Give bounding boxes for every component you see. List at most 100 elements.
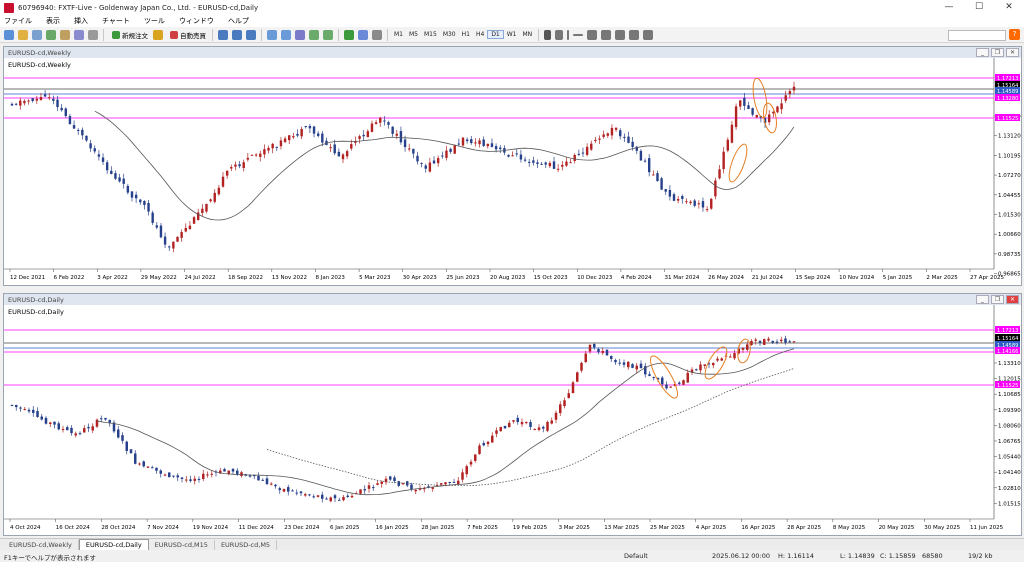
period-icon[interactable]: [358, 29, 368, 40]
weekly-close-button[interactable]: ✕: [1006, 48, 1019, 57]
search-input[interactable]: [948, 30, 1006, 41]
tab-m5[interactable]: EURUSD-cd,M5: [215, 540, 278, 550]
fibonacci-icon[interactable]: [615, 29, 626, 40]
menu-file[interactable]: ファイル: [4, 16, 32, 26]
menu-chart[interactable]: チャート: [102, 16, 130, 26]
tab-m15[interactable]: EURUSD-cd,M15: [149, 540, 215, 550]
autoscroll-icon[interactable]: [323, 29, 333, 40]
tab-weekly[interactable]: EURUSD-cd,Weekly: [3, 540, 79, 550]
daily-minimize-button[interactable]: _: [976, 295, 989, 304]
candle-body: [209, 199, 212, 202]
tf-m5[interactable]: M5: [406, 31, 421, 38]
candle-body: [292, 136, 295, 138]
time-axis-label: 28 Apr 2025: [787, 525, 822, 531]
status-help: F1キーでヘルプが表示されます: [4, 554, 96, 562]
crosshair-icon[interactable]: [555, 29, 564, 40]
candle-body: [104, 417, 107, 420]
vertical-line-icon[interactable]: [567, 29, 570, 40]
tf-h1[interactable]: H1: [459, 31, 473, 38]
candle-body: [512, 420, 515, 422]
tf-w1[interactable]: W1: [504, 31, 520, 38]
text-tool-icon[interactable]: [629, 29, 640, 40]
candle-body: [325, 498, 328, 500]
candle-body: [358, 136, 361, 140]
chart-shift-icon[interactable]: [309, 29, 319, 40]
candle-body: [527, 161, 531, 163]
horizontal-line-icon[interactable]: [573, 33, 584, 36]
tf-m15[interactable]: M15: [421, 31, 440, 38]
cursor-icon[interactable]: [544, 29, 552, 40]
candle-body: [308, 494, 311, 496]
tf-m30[interactable]: M30: [440, 31, 459, 38]
menu-insert[interactable]: 挿入: [74, 16, 88, 26]
candle-body: [619, 130, 622, 137]
market-watch-icon[interactable]: [32, 29, 42, 40]
templates-icon[interactable]: [372, 29, 382, 40]
candle-body: [580, 362, 583, 371]
tile-windows-icon[interactable]: [295, 29, 305, 40]
bar-chart-icon[interactable]: [218, 29, 228, 40]
candle-body: [49, 422, 52, 424]
auto-trading-button[interactable]: 自動売買: [166, 29, 208, 41]
indicators-icon[interactable]: [344, 29, 354, 40]
candle-body: [114, 173, 117, 179]
minimize-button[interactable]: —: [934, 0, 964, 15]
candle-body: [168, 246, 171, 248]
navigator-icon[interactable]: [60, 29, 70, 40]
candlestick-icon[interactable]: [232, 29, 242, 40]
channel-icon[interactable]: [601, 29, 612, 40]
weekly-restore-button[interactable]: ❐: [991, 48, 1004, 57]
new-chart-icon[interactable]: [4, 29, 14, 40]
line-chart-icon[interactable]: [246, 29, 256, 40]
candle-body: [267, 147, 270, 151]
profiles-icon[interactable]: [18, 29, 28, 40]
metaeditor-icon[interactable]: [153, 29, 163, 40]
strategy-tester-icon[interactable]: [88, 29, 98, 40]
terminal-icon[interactable]: [74, 29, 84, 40]
candle-body: [78, 433, 82, 435]
arrows-icon[interactable]: [643, 29, 654, 40]
zoom-out-icon[interactable]: [281, 29, 291, 40]
menu-window[interactable]: ウィンドウ: [179, 16, 214, 26]
candle-body: [751, 108, 754, 115]
candle-body: [525, 421, 528, 424]
data-window-icon[interactable]: [46, 29, 56, 40]
tf-d1[interactable]: D1: [487, 30, 504, 39]
price-axis-label: 1.07270: [998, 173, 1021, 179]
candle-body: [143, 200, 146, 205]
time-axis-label: 13 Nov 2022: [272, 275, 307, 281]
close-button[interactable]: ✕: [994, 0, 1024, 15]
tf-h4[interactable]: H4: [473, 31, 487, 38]
candle-body: [60, 107, 63, 111]
daily-chart-window: EURUSD-cd,Daily _ ❐ ✕ EURUSD-cd,Daily 1.1…: [3, 293, 1022, 536]
new-order-button[interactable]: 新規注文: [108, 29, 150, 41]
daily-restore-button[interactable]: ❐: [991, 295, 1004, 304]
weekly-chart[interactable]: EURUSD-cd,Weekly1.160401.131201.101951.0…: [4, 58, 1021, 285]
help-icon[interactable]: ?: [1009, 29, 1020, 40]
tf-mn[interactable]: MN: [520, 31, 536, 38]
candle-body: [693, 200, 696, 206]
candle-body: [590, 143, 593, 150]
candle-body: [627, 136, 630, 143]
menu-help[interactable]: ヘルプ: [228, 16, 249, 26]
candle-body: [652, 377, 655, 379]
candle-body: [363, 489, 366, 491]
candle-body: [734, 106, 738, 128]
candle-body: [767, 114, 771, 123]
menu-tools[interactable]: ツール: [144, 16, 165, 26]
candle-body: [614, 359, 617, 363]
daily-close-button[interactable]: ✕: [1006, 295, 1019, 304]
trendline-icon[interactable]: [587, 29, 598, 40]
tab-daily[interactable]: EURUSD-cd,Daily: [78, 539, 149, 550]
maximize-button[interactable]: ☐: [964, 0, 994, 15]
price-tag-label: 1.13280: [997, 96, 1018, 102]
price-axis-label: 1.01530: [998, 213, 1021, 219]
candle-body: [391, 126, 394, 134]
candle-body: [23, 100, 26, 104]
weekly-minimize-button[interactable]: _: [976, 48, 989, 57]
time-axis-label: 30 Apr 2023: [403, 275, 438, 281]
daily-chart[interactable]: EURUSD-cd,Daily1.133101.120151.106851.09…: [4, 305, 1021, 535]
zoom-in-icon[interactable]: [267, 29, 277, 40]
menu-view[interactable]: 表示: [46, 16, 60, 26]
tf-m1[interactable]: M1: [391, 31, 406, 38]
